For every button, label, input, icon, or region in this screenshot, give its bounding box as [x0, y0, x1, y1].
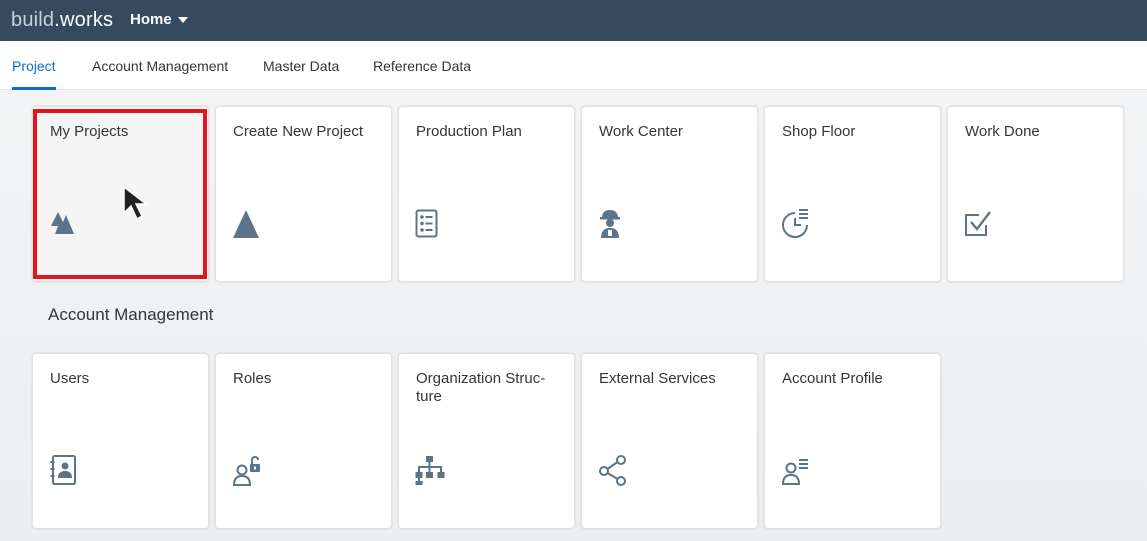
tab-account-management[interactable]: Account Management	[92, 58, 228, 74]
caret-down-icon	[177, 16, 188, 23]
shell-bar: build.works Home	[0, 0, 1147, 41]
app-logo[interactable]: build.works	[11, 9, 113, 32]
tile-production-plan[interactable]: Production Plan	[398, 106, 575, 282]
tile-title: Create New Project	[233, 123, 364, 140]
org-chart-icon	[415, 454, 447, 486]
checkbox-icon	[964, 207, 996, 239]
mountains-icon	[49, 207, 81, 239]
triangle-icon	[232, 207, 264, 239]
checklist-icon	[415, 207, 447, 239]
tile-external-services[interactable]: External Services	[581, 353, 758, 529]
tile-title: Production Plan	[416, 123, 522, 140]
brand-part2: .works	[54, 9, 114, 31]
tile-title: Account Profile	[782, 370, 883, 387]
tile-title: External Services	[599, 370, 716, 387]
tile-my-projects[interactable]: My Projects	[32, 106, 209, 282]
worker-icon	[598, 207, 630, 239]
tile-work-center[interactable]: Work Center	[581, 106, 758, 282]
user-list-icon	[781, 454, 813, 486]
user-lock-icon	[232, 454, 264, 486]
tile-title: Users	[50, 370, 90, 387]
tile-title: Roles	[233, 370, 272, 387]
tab-reference-data[interactable]: Reference Data	[373, 58, 471, 74]
tile-title: Organization Struc- ture	[416, 370, 546, 405]
anchor-bar: Project Account Management Master Data R…	[0, 41, 1147, 90]
tile-title: My Projects	[50, 123, 129, 140]
tile-roles[interactable]: Roles	[215, 353, 392, 529]
tile-title: Work Center	[599, 123, 683, 140]
tile-account-profile[interactable]: Account Profile	[764, 353, 941, 529]
tab-project[interactable]: Project	[12, 58, 56, 74]
tile-users[interactable]: Users	[32, 353, 209, 529]
tile-create-new-project[interactable]: Create New Project	[215, 106, 392, 282]
tab-master-data[interactable]: Master Data	[263, 58, 339, 74]
section-title-account-management: Account Management	[48, 305, 214, 324]
tile-work-done[interactable]: Work Done	[947, 106, 1124, 282]
tile-title: Work Done	[965, 123, 1040, 140]
tile-title: Shop Floor	[782, 123, 856, 140]
home-menu-label: Home	[130, 11, 172, 28]
tile-organization-structure[interactable]: Organization Struc- ture	[398, 353, 575, 529]
tile-shop-floor[interactable]: Shop Floor	[764, 106, 941, 282]
brand-part1: build	[11, 9, 55, 31]
pie-list-icon	[781, 207, 813, 239]
share-icon	[598, 454, 630, 486]
address-book-icon	[49, 454, 81, 486]
home-menu-button[interactable]: Home	[130, 11, 188, 28]
